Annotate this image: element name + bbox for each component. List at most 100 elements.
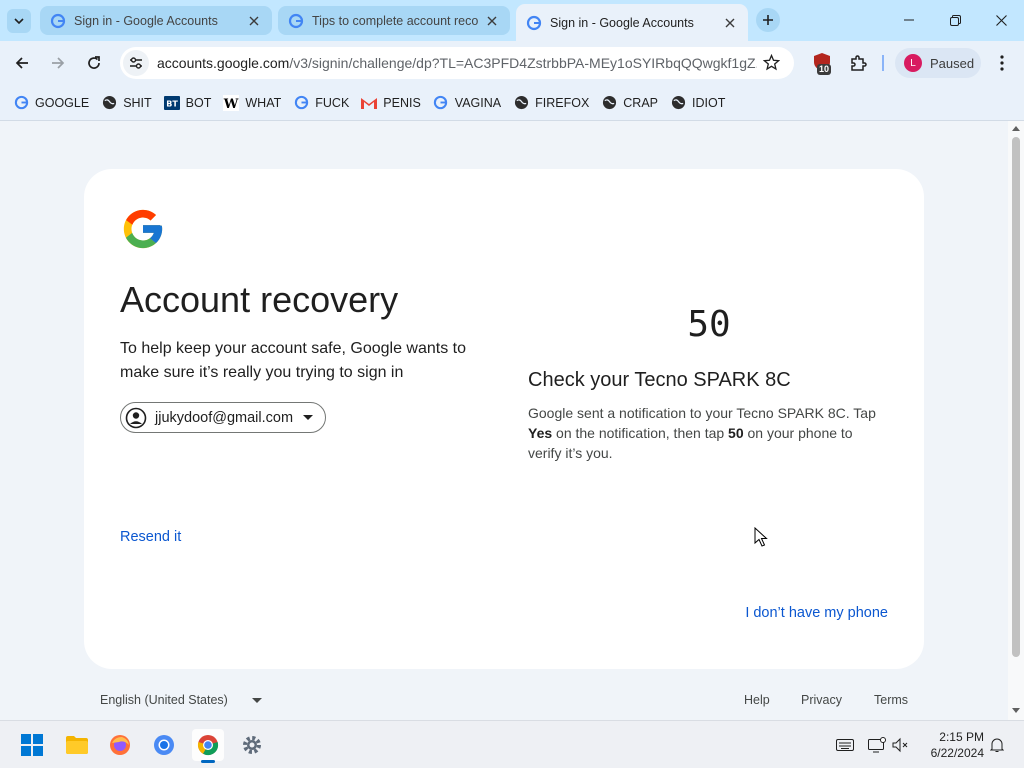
chromium-icon xyxy=(154,735,174,755)
minimize-button[interactable] xyxy=(886,6,932,34)
bookmark-label: WHAT xyxy=(245,95,282,110)
url-path: /v3/signin/challenge/dp?TL=AC3PFD4Zstrbb… xyxy=(289,55,757,71)
url-domain: accounts.google.com xyxy=(157,55,290,71)
browser-toolbar: accounts.google.com/v3/signin/challenge/… xyxy=(0,41,1024,85)
bookmark-item[interactable]: FIREFOX xyxy=(508,89,594,117)
tab-search-button[interactable] xyxy=(7,8,31,33)
bookmarks-bar: GOOGLE SHIT BT BOT W WHAT FUCK PENIS VAGINA FIREF… xyxy=(0,85,1024,121)
close-icon[interactable] xyxy=(246,13,262,29)
network-icon[interactable] xyxy=(868,737,886,753)
bookmark-item[interactable]: IDIOT xyxy=(665,89,730,117)
bookmark-label: CRAP xyxy=(623,95,659,110)
bookmark-item[interactable]: FUCK xyxy=(288,89,354,117)
tab-title: Sign in - Google Accounts xyxy=(74,13,218,28)
caret-down-icon xyxy=(303,413,314,423)
extensions-button[interactable] xyxy=(844,49,872,77)
url-text[interactable]: accounts.google.com/v3/signin/challenge/… xyxy=(157,55,757,71)
back-button[interactable] xyxy=(8,49,36,77)
new-tab-button[interactable] xyxy=(756,8,780,32)
bookmark-item[interactable]: SHIT xyxy=(96,89,156,117)
restore-button[interactable] xyxy=(932,6,978,34)
terms-link[interactable]: Terms xyxy=(874,693,908,707)
bookmark-label: PENIS xyxy=(383,95,421,110)
windows-logo-icon xyxy=(21,734,43,756)
svg-text:W: W xyxy=(223,97,239,111)
scroll-down-icon[interactable] xyxy=(1012,708,1020,714)
address-bar[interactable]: accounts.google.com/v3/signin/challenge/… xyxy=(120,47,794,79)
notification-bell-icon[interactable] xyxy=(988,737,1006,753)
check-device-description: Google sent a notification to your Tecno… xyxy=(528,403,888,463)
google-g-icon xyxy=(293,95,309,111)
google-g-icon xyxy=(50,13,66,28)
scrollbar-thumb[interactable] xyxy=(1012,137,1020,657)
active-indicator xyxy=(201,760,215,763)
bookmark-item[interactable]: GOOGLE xyxy=(8,89,94,117)
chevron-down-icon xyxy=(14,17,24,24)
start-button[interactable] xyxy=(16,729,48,761)
profile-button[interactable]: L Paused xyxy=(895,48,981,78)
google-logo-icon xyxy=(123,209,163,249)
taskbar-chromium[interactable] xyxy=(148,729,180,761)
minimize-icon xyxy=(904,19,914,21)
page-title: Account recovery xyxy=(120,279,399,320)
bookmark-star-icon[interactable] xyxy=(762,53,781,76)
globe-dark-icon xyxy=(513,95,529,111)
help-link[interactable]: Help xyxy=(744,693,770,707)
page-subtitle: To help keep your account safe, Google w… xyxy=(120,340,466,381)
tab-recovery-tips[interactable]: Tips to complete account recovery xyxy=(278,6,510,35)
close-window-button[interactable] xyxy=(978,6,1024,34)
keyboard-icon[interactable] xyxy=(836,737,854,753)
tab-signin-1[interactable]: Sign in - Google Accounts xyxy=(40,6,272,35)
reload-icon xyxy=(88,56,100,69)
bookmark-item[interactable]: BT BOT xyxy=(159,89,217,117)
avatar: L xyxy=(904,54,922,72)
bookmark-label: VAGINA xyxy=(454,95,502,110)
puzzle-icon xyxy=(851,55,867,71)
clock-date: 6/22/2024 xyxy=(930,746,984,760)
plus-icon xyxy=(763,15,773,25)
volume-muted-icon[interactable] xyxy=(892,737,910,753)
restore-icon xyxy=(949,14,961,26)
forward-button[interactable] xyxy=(44,49,72,77)
bookmark-item[interactable]: PENIS xyxy=(356,89,426,117)
tab-strip: Sign in - Google Accounts Tips to comple… xyxy=(0,0,1024,41)
privacy-link[interactable]: Privacy xyxy=(801,693,842,707)
toolbar-divider xyxy=(882,55,884,71)
taskbar-chrome[interactable] xyxy=(192,729,224,763)
tab-title: Tips to complete account recovery xyxy=(312,13,478,28)
folder-icon xyxy=(66,736,88,754)
bookmark-item[interactable]: VAGINA xyxy=(428,89,506,117)
profile-status: Paused xyxy=(930,55,975,71)
extension-badge-button[interactable]: 10 xyxy=(812,52,834,75)
verification-number: 50 xyxy=(687,304,731,345)
site-info-button[interactable] xyxy=(123,50,149,76)
signin-card: Account recovery To help keep your accou… xyxy=(84,169,924,669)
chrome-icon xyxy=(197,735,219,756)
tab-signin-active[interactable]: Sign in - Google Accounts xyxy=(516,4,748,41)
resend-link[interactable]: Resend it xyxy=(120,529,181,545)
language-selector[interactable]: English (United States) xyxy=(100,693,262,707)
no-phone-link[interactable]: I don’t have my phone xyxy=(745,605,888,621)
taskbar-file-explorer[interactable] xyxy=(61,729,93,761)
close-icon[interactable] xyxy=(722,15,738,31)
scroll-up-icon[interactable] xyxy=(1012,125,1020,131)
menu-button[interactable] xyxy=(988,49,1016,77)
close-icon[interactable] xyxy=(484,13,500,29)
globe-dark-icon xyxy=(101,95,117,111)
system-clock[interactable]: 2:15 PM 6/22/2024 xyxy=(920,729,984,761)
bookmark-label: FUCK xyxy=(315,95,350,110)
bookmark-label: SHIT xyxy=(123,95,152,110)
gmail-icon xyxy=(361,95,378,111)
bookmark-item[interactable]: W WHAT xyxy=(218,89,286,117)
google-g-icon xyxy=(526,15,542,30)
reload-button[interactable] xyxy=(80,49,108,77)
taskbar-settings[interactable] xyxy=(236,729,268,761)
bookmark-label: FIREFOX xyxy=(535,95,590,110)
arrow-left-icon xyxy=(15,57,28,69)
bookmark-item[interactable]: CRAP xyxy=(596,89,663,117)
language-label: English (United States) xyxy=(100,693,228,707)
account-chip[interactable]: jjukydoof@gmail.com xyxy=(120,402,327,433)
taskbar-firefox[interactable] xyxy=(104,729,136,761)
page-scrollbar[interactable] xyxy=(1008,121,1024,720)
check-device-title: Check your Tecno SPARK 8C xyxy=(528,369,791,391)
